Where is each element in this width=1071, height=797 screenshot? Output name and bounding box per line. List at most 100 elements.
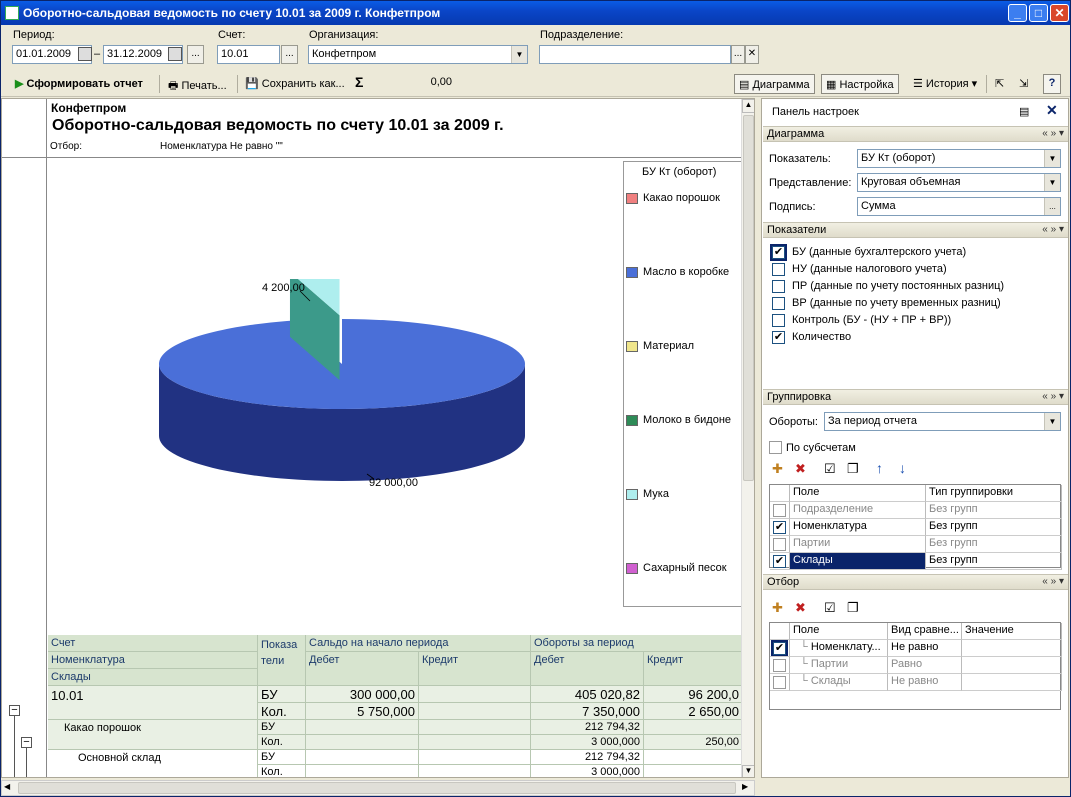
scroll-up-icon[interactable]: ▲ bbox=[742, 99, 754, 113]
horizontal-scrollbar[interactable]: ◀ ▶ bbox=[1, 780, 755, 796]
subaccounts-checkbox[interactable] bbox=[769, 441, 782, 454]
move-up-icon[interactable]: ↑ bbox=[876, 460, 883, 476]
chevron-down-icon[interactable]: ▼ bbox=[511, 46, 527, 63]
scroll-thumb[interactable] bbox=[18, 782, 736, 794]
check-all-icon[interactable]: ☑ bbox=[824, 600, 836, 616]
report-window: Оборотно-сальдовая ведомость по счету 10… bbox=[0, 0, 1071, 797]
org-select[interactable]: Конфетпром ▼ bbox=[308, 45, 528, 64]
selection-row-check[interactable]: ✔ bbox=[770, 640, 790, 657]
maximize-button[interactable]: □ bbox=[1029, 4, 1048, 22]
save-settings-icon[interactable]: ⇲ bbox=[1015, 74, 1032, 94]
account-input[interactable]: 10.01 bbox=[217, 45, 280, 64]
chart-button[interactable]: ▤ Диаграмма bbox=[734, 74, 815, 94]
grouping-row-field[interactable]: Подразделение bbox=[790, 502, 926, 519]
diagram-section-header[interactable]: Диаграмма « » ▾ bbox=[763, 126, 1068, 142]
chevron-down-icon[interactable]: ▼ bbox=[1044, 174, 1060, 191]
indicator-checkbox[interactable] bbox=[772, 314, 785, 327]
delete-row-icon[interactable]: ✖ bbox=[795, 461, 806, 477]
selection-row-check[interactable] bbox=[770, 674, 790, 691]
indicator-checkbox[interactable]: ✔ bbox=[772, 331, 785, 344]
grouping-row-check[interactable]: ✔ bbox=[770, 519, 790, 536]
turnover-select[interactable]: За период отчета ▼ bbox=[824, 412, 1061, 431]
grouping-row-check[interactable] bbox=[770, 502, 790, 519]
indicator-select[interactable]: БУ Кт (оборот) ▼ bbox=[857, 149, 1061, 168]
scroll-left-icon[interactable]: ◀ bbox=[4, 782, 10, 791]
print-button[interactable]: 🖶 Печать... bbox=[164, 74, 231, 94]
grouping-row-type[interactable]: Без групп bbox=[926, 519, 1062, 536]
selection-row-cmp[interactable]: Равно bbox=[888, 657, 962, 674]
grouping-row-type[interactable]: Без групп bbox=[926, 502, 1062, 519]
minimize-button[interactable]: _ bbox=[1008, 4, 1027, 22]
ellipsis-icon[interactable]: ... bbox=[1044, 198, 1060, 215]
selection-checkbox[interactable]: ✔ bbox=[771, 640, 788, 656]
grouping-checkbox[interactable] bbox=[773, 504, 786, 517]
selection-row-value[interactable] bbox=[962, 657, 1062, 674]
selection-row-check[interactable] bbox=[770, 657, 790, 674]
collapse-icon[interactable]: − bbox=[9, 705, 20, 716]
dept-select-button[interactable]: ... bbox=[731, 45, 745, 64]
collapse-icon[interactable]: − bbox=[21, 737, 32, 748]
dept-input[interactable] bbox=[539, 45, 731, 64]
panel-options-icon[interactable]: ▤ bbox=[1019, 105, 1029, 118]
check-all-icon[interactable]: ☑ bbox=[824, 461, 836, 477]
close-button[interactable]: ✕ bbox=[1050, 4, 1069, 22]
scroll-right-icon[interactable]: ▶ bbox=[742, 782, 748, 791]
indicator-checkbox[interactable] bbox=[772, 280, 785, 293]
vertical-scrollbar[interactable]: ▲ ▼ bbox=[741, 99, 754, 777]
export-icon[interactable]: ⇱ bbox=[991, 74, 1008, 94]
selection-row-cmp[interactable]: Не равно bbox=[888, 674, 962, 691]
indicator-label: ВР (данные по учету временных разниц) bbox=[792, 297, 1001, 309]
indicator-checkbox[interactable]: ✔ bbox=[770, 244, 787, 261]
generate-report-button[interactable]: ▶ Сформировать отчет bbox=[11, 74, 147, 94]
panel-close-icon[interactable]: ✕ bbox=[1046, 102, 1058, 119]
period-select-button[interactable]: ... bbox=[187, 45, 204, 64]
grouping-row-field[interactable]: Партии bbox=[790, 536, 926, 553]
grouping-row-field[interactable]: Номенклатура bbox=[790, 519, 926, 536]
help-button[interactable]: ? bbox=[1043, 74, 1061, 94]
grouping-checkbox[interactable] bbox=[773, 538, 786, 551]
grouping-checkbox[interactable]: ✔ bbox=[773, 555, 786, 568]
scroll-down-icon[interactable]: ▼ bbox=[742, 765, 754, 777]
selection-row-value[interactable] bbox=[962, 674, 1062, 691]
add-row-icon[interactable]: ✚ bbox=[772, 461, 783, 477]
indicator-checkbox[interactable] bbox=[772, 263, 785, 276]
calendar-icon[interactable] bbox=[168, 47, 182, 61]
chevron-down-icon[interactable]: ▼ bbox=[1044, 413, 1060, 430]
grouping-section-header[interactable]: Группировка « » ▾ bbox=[763, 389, 1068, 405]
view-select[interactable]: Круговая объемная ▼ bbox=[857, 173, 1061, 192]
move-down-icon[interactable]: ↓ bbox=[899, 460, 906, 476]
grouping-row-type[interactable]: Без групп bbox=[926, 553, 1062, 570]
settings-button[interactable]: ▦ Настройка bbox=[821, 74, 899, 94]
selection-row-value[interactable] bbox=[962, 640, 1062, 657]
scroll-thumb[interactable] bbox=[743, 115, 754, 481]
delete-row-icon[interactable]: ✖ bbox=[795, 600, 806, 616]
chevron-down-icon[interactable]: ▼ bbox=[1044, 150, 1060, 167]
grouping-row-check[interactable] bbox=[770, 536, 790, 553]
save-as-button[interactable]: 💾 Сохранить как... bbox=[241, 74, 349, 94]
grouping-row-check[interactable]: ✔ bbox=[770, 553, 790, 570]
selection-checkbox[interactable] bbox=[773, 659, 786, 672]
dept-clear-button[interactable]: ✕ bbox=[745, 45, 759, 64]
grouping-row-field[interactable]: Склады bbox=[790, 553, 926, 570]
selection-row-cmp[interactable]: Не равно bbox=[888, 640, 962, 657]
cell-turnover-debit-kol: 3 000,000 bbox=[531, 765, 644, 777]
selection-section-header[interactable]: Отбор « » ▾ bbox=[763, 574, 1068, 590]
add-row-icon[interactable]: ✚ bbox=[772, 600, 783, 616]
uncheck-all-icon[interactable]: ❐ bbox=[847, 600, 859, 616]
header-debit: Дебет bbox=[306, 652, 419, 686]
grouping-row-type[interactable]: Без групп bbox=[926, 536, 1062, 553]
selection-row-field[interactable]: └ Номенклату... bbox=[790, 640, 888, 657]
calendar-icon[interactable] bbox=[78, 47, 92, 61]
cell-opening-credit-bu bbox=[419, 720, 531, 735]
selection-row-field[interactable]: └ Склады bbox=[790, 674, 888, 691]
history-button[interactable]: ☰ История ▾ bbox=[909, 74, 981, 94]
indicators-section-header[interactable]: Показатели « » ▾ bbox=[763, 222, 1068, 238]
selection-checkbox[interactable] bbox=[773, 676, 786, 689]
indicator-checkbox[interactable] bbox=[772, 297, 785, 310]
account-select-button[interactable]: ... bbox=[281, 45, 298, 64]
uncheck-all-icon[interactable]: ❐ bbox=[847, 461, 859, 477]
caption-input[interactable]: Сумма... bbox=[857, 197, 1061, 216]
selection-row-field[interactable]: └ Партии bbox=[790, 657, 888, 674]
grouping-checkbox[interactable]: ✔ bbox=[773, 521, 786, 534]
legend-label: Материал bbox=[643, 340, 694, 352]
